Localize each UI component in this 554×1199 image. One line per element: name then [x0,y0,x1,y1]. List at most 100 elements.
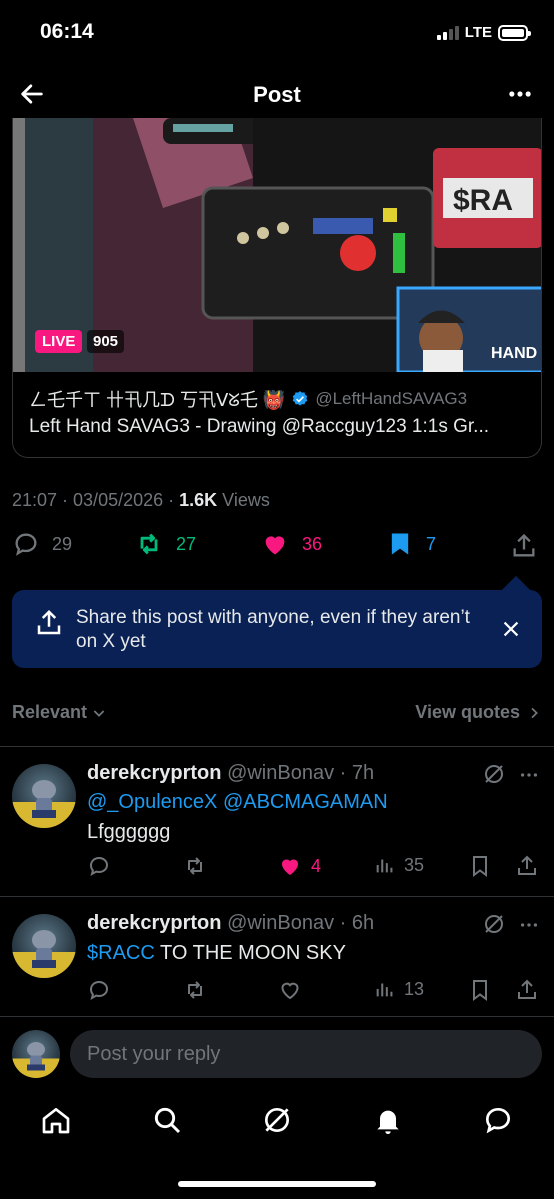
reply-input-placeholder: Post your reply [87,1043,221,1065]
more-options-icon[interactable] [518,764,540,786]
repost-button[interactable]: 27 [134,530,196,558]
heart-filled-icon [282,859,298,875]
avatar-image [12,930,76,978]
like-count: 36 [302,533,323,554]
notifications-bell-icon[interactable] [372,1104,404,1136]
reply-mentions[interactable]: @_OpulenceX @ABCMAGAMAN [87,788,388,816]
search-icon[interactable] [151,1104,183,1136]
reply-icon [89,980,109,1001]
bookmark-icon[interactable] [468,978,492,1002]
share-icon [37,609,61,635]
like-button[interactable]: 4 [277,854,321,878]
top-bar: Post [0,70,554,118]
repost-button[interactable] [183,978,207,1002]
messages-icon[interactable] [482,1104,514,1136]
reply-author: derekcryprton @winBonav · 7h [87,762,374,785]
viewer-count: 905 [87,330,125,353]
repost-count: 27 [176,533,197,554]
post-meta: 21:07 · 03/05/2026 · 1.6K Views [12,490,270,511]
repost-icon [188,857,202,875]
view-quotes-link[interactable]: View quotes [415,702,542,723]
bottom-tab-bar [0,1092,554,1152]
svg-text:HAND: HAND [491,345,537,362]
svg-text:$RA: $RA [453,184,513,217]
author-name: ㄥ乇千ㄒ 卄卂几ᗪ 丂卂ᐯᘜ乇 👹 [29,390,286,410]
signal-icon [436,25,459,40]
analytics-icon [376,983,393,997]
more-options-icon[interactable] [506,80,534,108]
grok-icon[interactable] [261,1104,293,1136]
reply-icon [89,856,109,877]
like-count: 4 [311,855,322,876]
reply-time: · 7h [339,762,375,784]
card-author: ㄥ乇千ㄒ 卄卂几ᗪ 丂卂ᐯᘜ乇 👹 @LeftHandSAVAG3 [29,386,467,412]
like-button[interactable]: 36 [260,530,322,558]
divider [0,1016,554,1017]
views-count: 1.6K [179,490,218,510]
broadcast-title: Left Hand SAVAG3 - Drawing @Raccguy123 1… [29,416,490,437]
relevance-sort[interactable]: Relevant [12,702,107,723]
reply-actions: 4 35 [87,854,539,882]
reply-body: TO THE MOON SKY [154,942,346,964]
status-indicators: LTE [436,24,531,41]
views-count: 13 [404,978,425,999]
share-icon[interactable] [510,532,538,560]
reply-text: Lfgggggg [87,821,171,843]
reply-author-handle: @winBonav [227,912,335,934]
grok-icon[interactable] [482,912,506,936]
live-badge: LIVE [35,330,83,353]
heart-icon [281,982,299,1000]
reply-author: derekcryprton @winBonav · 6h [87,912,374,935]
view-quotes-label: View quotes [415,702,520,722]
reply-item[interactable]: derekcryprton @winBonav · 6h $RACC TO TH… [0,896,554,1016]
like-button[interactable] [277,978,303,1002]
bookmark-icon[interactable] [468,854,492,878]
cashtag-link[interactable]: $RACC [87,942,155,964]
avatar[interactable] [12,914,76,978]
reply-button[interactable] [87,978,111,1002]
bookmark-count: 7 [426,533,437,554]
share-tooltip-text: Share this post with anyone, even if the… [76,607,470,652]
battery-icon [498,24,531,41]
repost-icon [140,533,158,555]
reply-author-name[interactable]: derekcryprton [87,912,222,934]
my-avatar[interactable] [12,1030,60,1078]
reply-item[interactable]: derekcryprton @winBonav · 7h @_OpulenceX… [0,746,554,896]
analytics-icon [376,859,393,873]
reply-button[interactable] [87,854,111,878]
close-icon[interactable] [500,618,522,640]
reply-text: $RACC TO THE MOON SKY [87,939,346,967]
relevance-sort-label: Relevant [12,702,88,722]
reply-button[interactable]: 29 [12,530,72,558]
share-icon[interactable] [515,978,539,1002]
live-broadcast-card[interactable]: $RA HAND LIVE 905 ㄥ乇千ㄒ 卄卂几ᗪ 丂卂ᐯᘜ乇 👹 @Lef… [12,118,542,458]
views-button[interactable]: 13 [374,978,424,1000]
views-button[interactable]: 35 [374,854,424,876]
author-handle: @LeftHandSAVAG3 [315,389,468,408]
views-label: Views [217,490,270,510]
network-label: LTE [464,24,492,41]
share-icon[interactable] [515,854,539,878]
heart-filled-icon [265,536,285,555]
verified-badge-icon [293,391,308,406]
repost-button[interactable] [183,854,207,878]
avatar[interactable] [12,764,76,828]
reply-author-handle: @winBonav [227,762,335,784]
more-options-icon[interactable] [518,914,540,936]
chevron-down-icon [93,709,105,717]
post-actions: 29 27 36 7 [12,530,542,566]
grok-icon[interactable] [482,762,506,786]
reply-input[interactable]: Post your reply [70,1030,542,1078]
status-time: 06:14 [40,20,94,43]
post-timestamp: 21:07 · 03/05/2026 · [12,490,180,510]
reply-author-name[interactable]: derekcryprton [87,762,222,784]
bookmark-filled-icon [391,533,409,555]
chevron-right-icon [531,707,538,718]
avatar-image [12,780,76,828]
repost-icon [188,981,202,999]
reply-time: · 6h [339,912,375,934]
views-count: 35 [404,854,425,875]
bookmark-button[interactable]: 7 [386,530,436,558]
home-icon[interactable] [40,1104,72,1136]
home-indicator [178,1181,376,1187]
